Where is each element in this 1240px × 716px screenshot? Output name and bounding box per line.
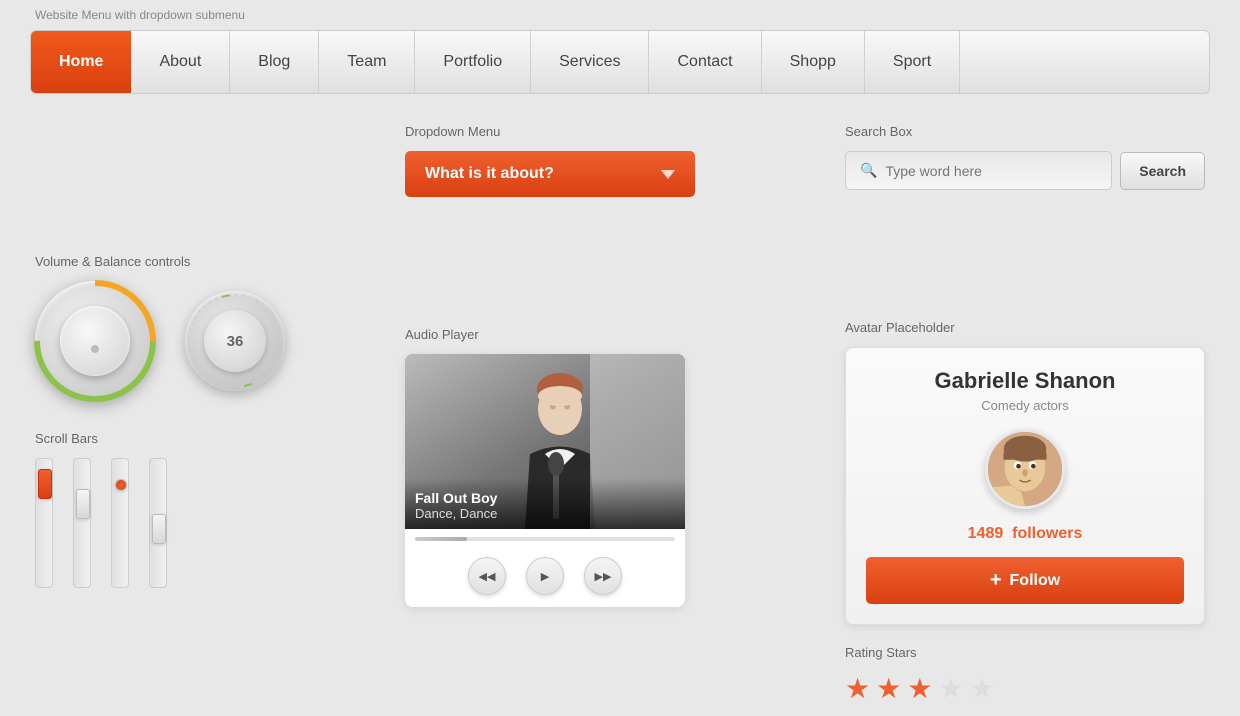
search-input[interactable] [885, 163, 1097, 179]
star-4[interactable]: ★ [938, 672, 963, 705]
player-card: Fall Out Boy Dance, Dance ◀◀ ▶ ▶▶ [405, 354, 685, 607]
rating-label: Rating Stars [845, 645, 1205, 660]
audio-section: Audio Player [405, 327, 825, 607]
player-overlay: Fall Out Boy Dance, Dance [405, 478, 685, 529]
progress-track[interactable] [415, 537, 675, 541]
star-5[interactable]: ★ [969, 672, 994, 705]
dropdown-section: Dropdown Menu What is it about? [405, 124, 825, 197]
followers-text: followers [1012, 525, 1082, 542]
right-column: Search Box 🔍 Search Avatar Placeholder G… [845, 114, 1205, 705]
balance-knob-inner: 36 [204, 310, 266, 372]
follow-button[interactable]: + Follow [866, 557, 1184, 604]
avatar-name: Gabrielle Shanon [866, 368, 1184, 394]
sb-track-4[interactable] [149, 458, 167, 588]
play-button[interactable]: ▶ [526, 557, 564, 595]
player-song-subtitle: Dance, Dance [415, 506, 675, 521]
avatar-role: Comedy actors [866, 398, 1184, 413]
followers-number: 1489 [968, 525, 1004, 542]
nav-item-team[interactable]: Team [319, 31, 415, 93]
follower-count: 1489 followers [866, 525, 1184, 543]
avatar-card: Gabrielle Shanon Comedy actors [845, 347, 1205, 625]
nav-item-home[interactable]: Home [31, 31, 131, 93]
star-1[interactable]: ★ [845, 672, 870, 705]
search-input-wrap: 🔍 [845, 151, 1112, 190]
nav-item-contact[interactable]: Contact [649, 31, 761, 93]
balance-knob[interactable]: 36 [185, 291, 285, 391]
nav-bar: Home About Blog Team Portfolio Services … [30, 30, 1210, 94]
scrollbar-2[interactable] [73, 458, 91, 588]
fast-forward-button[interactable]: ▶▶ [584, 557, 622, 595]
volume-label: Volume & Balance controls [35, 254, 385, 269]
scrollbar-4[interactable] [149, 458, 167, 588]
avatar-section-label: Avatar Placeholder [845, 320, 1205, 335]
scrollbar-label: Scroll Bars [35, 431, 385, 446]
rewind-button[interactable]: ◀◀ [468, 557, 506, 595]
star-2[interactable]: ★ [876, 672, 901, 705]
main-content: Volume & Balance controls 36 [0, 114, 1240, 705]
search-row: 🔍 Search [845, 151, 1205, 190]
player-song-title: Fall Out Boy [415, 490, 675, 506]
balance-knob-container[interactable]: 36 [185, 291, 285, 391]
volume-knob[interactable] [35, 281, 155, 401]
sb-thumb-3[interactable] [115, 479, 127, 491]
scrollbar-row [35, 458, 385, 588]
left-column: Volume & Balance controls 36 [35, 114, 385, 705]
search-section: Search Box 🔍 Search [845, 124, 1205, 190]
star-3[interactable]: ★ [907, 672, 932, 705]
sb-track-1[interactable] [35, 458, 53, 588]
follow-label: Follow [1010, 572, 1061, 590]
player-controls: ◀◀ ▶ ▶▶ [405, 545, 685, 607]
dropdown-button[interactable]: What is it about? [405, 151, 695, 197]
page-label: Website Menu with dropdown submenu [0, 0, 1240, 30]
nav-item-shopp[interactable]: Shopp [762, 31, 865, 93]
nav-item-blog[interactable]: Blog [230, 31, 319, 93]
sb-thumb-4[interactable] [152, 514, 166, 544]
dropdown-arrow-icon [661, 170, 675, 179]
nav-item-services[interactable]: Services [531, 31, 649, 93]
dropdown-button-text: What is it about? [425, 165, 554, 183]
dropdown-label: Dropdown Menu [405, 124, 825, 139]
search-icon: 🔍 [860, 162, 877, 179]
nav-item-sport[interactable]: Sport [865, 31, 960, 93]
stars-row: ★ ★ ★ ★ ★ [845, 672, 1205, 705]
balance-value: 36 [227, 333, 244, 350]
nav-item-about[interactable]: About [131, 31, 230, 93]
avatar-image [985, 429, 1065, 509]
volume-knob-dot [91, 345, 99, 353]
sb-track-3[interactable] [111, 458, 129, 588]
sb-track-2[interactable] [73, 458, 91, 588]
follow-plus-icon: + [990, 569, 1002, 592]
volume-knob-inner [60, 306, 130, 376]
avatar-svg [988, 429, 1062, 509]
volume-section: Volume & Balance controls 36 [35, 254, 385, 401]
sb-thumb-2[interactable] [76, 489, 90, 519]
sb-thumb-1[interactable] [38, 469, 52, 499]
audio-label: Audio Player [405, 327, 825, 342]
scrollbar-3[interactable] [111, 458, 129, 588]
search-label: Search Box [845, 124, 1205, 139]
progress-fill [415, 537, 467, 541]
player-image: Fall Out Boy Dance, Dance [405, 354, 685, 529]
rating-section: Rating Stars ★ ★ ★ ★ ★ [845, 645, 1205, 705]
mid-column: Dropdown Menu What is it about? Audio Pl… [405, 114, 825, 705]
player-progress[interactable] [405, 529, 685, 545]
nav-item-portfolio[interactable]: Portfolio [415, 31, 531, 93]
scrollbar-section: Scroll Bars [35, 431, 385, 588]
knob-row: 36 [35, 281, 385, 401]
scrollbar-1[interactable] [35, 458, 53, 588]
search-button[interactable]: Search [1120, 152, 1205, 190]
avatar-section: Avatar Placeholder Gabrielle Shanon Come… [845, 320, 1205, 625]
